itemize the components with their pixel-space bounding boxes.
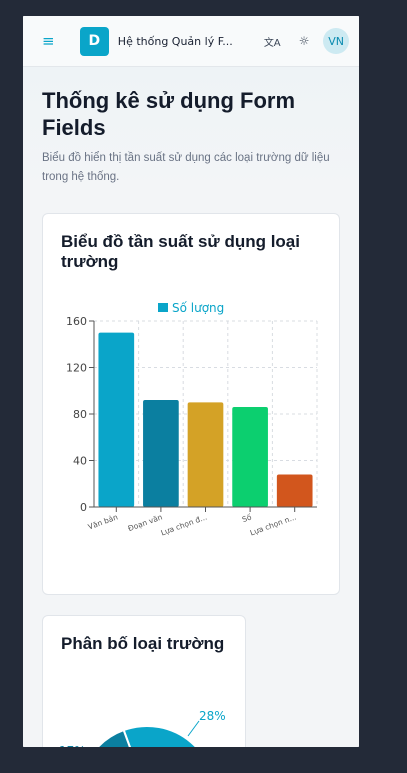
bar — [98, 332, 135, 507]
page-description: Biểu đồ hiển thị tần suất sử dụng các lo… — [42, 152, 330, 183]
x-tick-label: Văn bản — [87, 512, 119, 531]
y-tick-label: 0 — [80, 501, 87, 514]
bar — [276, 474, 313, 507]
hamburger-menu-icon[interactable]: ≡ — [42, 32, 62, 50]
user-avatar[interactable]: VN — [323, 28, 350, 54]
app-title: Hệ thống Quản lý F... — [117, 34, 233, 48]
translate-icon[interactable]: 文A — [262, 34, 282, 49]
y-tick-label: 120 — [66, 362, 87, 375]
x-tick-label: Lựa chọn n... — [249, 512, 298, 537]
pie-slice — [122, 725, 198, 747]
pie-leader-line — [187, 720, 200, 737]
bar — [143, 400, 179, 507]
y-tick-label: 80 — [73, 408, 87, 421]
sun-icon[interactable]: ☼ — [294, 34, 314, 48]
legend-label: Số lượng — [172, 301, 224, 315]
x-tick-label: Đoạn văn — [127, 512, 164, 533]
x-tick-label: Lựa chọn đ... — [160, 512, 209, 537]
top-navigation-bar: ≡ D Hệ thống Quản lý F... 文A ☼ VN — [23, 16, 359, 67]
app-window: ≡ D Hệ thống Quản lý F... 文A ☼ VN Thống … — [23, 16, 359, 747]
x-tick-label: Số — [241, 512, 253, 524]
bar-chart: Số lượng04080120160Văn bản Đoạn vănLựa ch… — [66, 301, 318, 537]
bar-chart-card: Biểu đồ tần suất sử dụng loại trường Số … — [42, 213, 340, 595]
pie-chart-title: Phân bố loại trường — [61, 634, 225, 653]
pie-chart: 28% 17% — [59, 709, 226, 747]
bar — [232, 407, 268, 507]
app-logo[interactable]: D — [79, 26, 109, 56]
bar — [187, 402, 224, 507]
pie-chart-card: Phân bố loại trường 28% 17% — [42, 615, 246, 747]
legend-swatch — [158, 303, 168, 312]
chart-legend: Số lượng — [158, 301, 224, 315]
pie-label: 17% — [59, 744, 86, 747]
y-tick-label: 40 — [73, 455, 87, 468]
y-tick-label: 160 — [66, 315, 87, 328]
main-content: Thống kê sử dụng Form Fields Biểu đồ hiể… — [23, 67, 359, 747]
pie-label: 28% — [199, 709, 226, 723]
page-title: Thống kê sử dụng Form Fields — [42, 88, 296, 140]
bar-chart-title: Biểu đồ tần suất sử dụng loại trường — [61, 232, 300, 271]
